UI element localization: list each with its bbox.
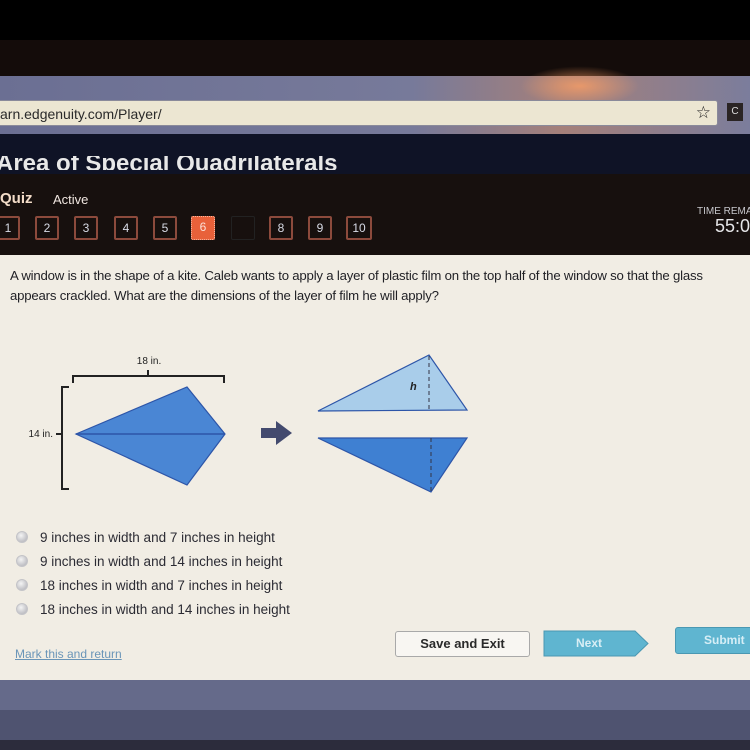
answer-choice-text: 18 inches in width and 7 inches in heigh… — [40, 577, 283, 593]
question-nav-6-current[interactable]: 6 — [191, 216, 215, 240]
question-panel: A window is in the shape of a kite. Cale… — [0, 255, 750, 680]
question-nav-10[interactable]: 10 — [346, 216, 372, 240]
mark-and-return-link[interactable]: Mark this and return — [15, 647, 122, 661]
answer-choices: 9 inches in width and 7 inches in height… — [16, 525, 290, 621]
activity-type: Quiz — [0, 190, 33, 207]
screen-bottom — [0, 710, 750, 740]
answer-choice[interactable]: 9 inches in width and 14 inches in heigh… — [16, 549, 290, 573]
width-bracket — [72, 370, 225, 383]
url-text: arn.edgenuity.com/Player/ — [0, 106, 162, 122]
question-nav-7[interactable] — [231, 216, 255, 240]
submit-button[interactable]: Submit — [675, 627, 750, 654]
screen-bottom — [0, 680, 750, 710]
question-nav-5[interactable]: 5 — [153, 216, 177, 240]
answer-choice[interactable]: 18 inches in width and 14 inches in heig… — [16, 597, 290, 621]
arrow-right-icon — [261, 421, 292, 445]
next-button-label: Next — [575, 636, 602, 650]
extension-icon[interactable]: C — [727, 103, 743, 121]
screen-bezel — [0, 0, 750, 40]
star-icon[interactable]: ☆ — [696, 103, 711, 123]
answer-choice-text: 9 inches in width and 7 inches in height — [40, 529, 275, 545]
top-half-triangle — [317, 354, 469, 412]
kite-diagram: 18 in. 14 in. h — [29, 354, 469, 493]
time-remaining-value: 55:0 — [715, 216, 750, 236]
height-bracket — [56, 386, 69, 490]
question-text: A window is in the shape of a kite. Cale… — [10, 268, 703, 303]
question-nav-2[interactable]: 2 — [35, 216, 59, 240]
next-button[interactable]: Next — [543, 630, 649, 657]
answer-choice[interactable]: 9 inches in width and 7 inches in height — [16, 525, 290, 549]
question-nav-9[interactable]: 9 — [308, 216, 332, 240]
question-nav-8[interactable]: 8 — [269, 216, 293, 240]
question-nav-1[interactable]: 1 — [0, 216, 20, 240]
radio-button[interactable] — [16, 603, 28, 615]
bottom-half-triangle — [317, 437, 469, 493]
height-variable: h — [410, 381, 417, 393]
save-and-exit-button[interactable]: Save and Exit — [395, 631, 530, 657]
question-nav-3[interactable]: 3 — [74, 216, 98, 240]
answer-choice[interactable]: 18 inches in width and 7 inches in heigh… — [16, 573, 290, 597]
kite-shape — [74, 386, 226, 486]
activity-status: Active — [53, 192, 89, 207]
address-bar[interactable]: arn.edgenuity.com/Player/ ☆ — [0, 100, 718, 126]
radio-button[interactable] — [16, 579, 28, 591]
width-label: 18 in. — [137, 356, 161, 367]
quiz-header: Area of Special Quadrilaterals Quiz Acti… — [0, 134, 750, 255]
screen-bottom — [0, 740, 750, 750]
course-title-bar: Area of Special Quadrilaterals — [0, 134, 750, 174]
radio-button[interactable] — [16, 555, 28, 567]
answer-choice-text: 18 inches in width and 14 inches in heig… — [40, 601, 290, 617]
question-nav-4[interactable]: 4 — [114, 216, 138, 240]
course-title: Area of Special Quadrilaterals — [0, 156, 338, 170]
answer-choice-text: 9 inches in width and 14 inches in heigh… — [40, 553, 283, 569]
height-label: 14 in. — [29, 429, 53, 440]
radio-button[interactable] — [16, 531, 28, 543]
